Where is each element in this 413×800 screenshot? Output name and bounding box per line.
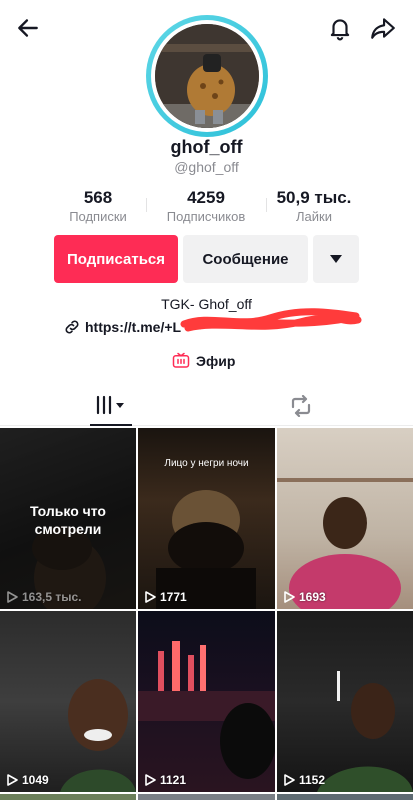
divider — [266, 198, 267, 212]
play-icon — [284, 591, 295, 603]
action-buttons: Подписаться Сообщение — [0, 235, 413, 283]
video-tile[interactable] — [138, 794, 275, 800]
following-count: 568 — [83, 188, 113, 207]
chevron-down-icon — [330, 255, 342, 263]
repost-icon — [291, 395, 311, 417]
view-count: 1771 — [144, 590, 187, 604]
follow-button[interactable]: Подписаться — [54, 235, 178, 283]
video-grid: Только что смотрели 163,5 тыс. Лицо у не… — [0, 428, 413, 800]
avatar — [155, 24, 259, 128]
view-count: 1152 — [283, 773, 325, 787]
redaction-scribble — [180, 308, 362, 332]
video-tile[interactable]: 1693 — [277, 428, 413, 609]
more-options-button[interactable] — [313, 235, 359, 283]
bell-icon[interactable] — [324, 12, 356, 44]
tab-videos[interactable] — [90, 386, 132, 426]
video-tile[interactable]: Только что смотрели 163,5 тыс. — [0, 428, 136, 609]
stat-likes[interactable]: 50,9 тыс. Лайки — [268, 188, 360, 226]
view-count: 1049 — [6, 773, 49, 787]
view-count: 1121 — [144, 773, 186, 787]
stat-followers[interactable]: 4259 Подписчиков — [150, 188, 262, 226]
content-tabs — [0, 386, 413, 426]
play-icon — [7, 774, 18, 786]
username: ghof_off — [170, 137, 243, 157]
view-count: 1693 — [283, 590, 326, 604]
divider — [146, 198, 147, 212]
video-tile[interactable] — [0, 794, 136, 800]
bio-link[interactable]: https://t.me/+L — [63, 317, 181, 337]
play-icon — [145, 591, 156, 603]
view-count: 163,5 тыс. — [6, 590, 82, 604]
play-icon — [145, 774, 156, 786]
link-icon — [65, 320, 79, 334]
following-label: Подписки — [69, 209, 127, 224]
avatar-ring[interactable] — [146, 15, 268, 137]
back-arrow-icon[interactable] — [12, 12, 44, 44]
watched-label: Только что смотрели — [30, 503, 106, 537]
videos-grid-icon — [96, 395, 124, 415]
handle: @ghof_off — [174, 159, 239, 175]
video-tile[interactable]: 1121 — [138, 611, 275, 792]
stats-row: 568 Подписки 4259 Подписчиков 50,9 тыс. … — [0, 188, 413, 228]
share-arrow-icon[interactable] — [366, 12, 400, 44]
followers-count: 4259 — [187, 188, 225, 207]
followers-label: Подписчиков — [166, 209, 246, 224]
video-tile[interactable] — [277, 794, 413, 800]
live-button[interactable]: Эфир — [172, 351, 235, 371]
live-label: Эфир — [196, 353, 236, 369]
play-icon — [7, 591, 18, 603]
video-tile[interactable]: Лицо у негри ночи 1771 — [138, 428, 275, 609]
tv-icon — [172, 352, 190, 368]
likes-count: 50,9 тыс. — [276, 188, 352, 207]
message-button[interactable]: Сообщение — [183, 235, 308, 283]
tab-reposts[interactable] — [280, 386, 322, 426]
likes-label: Лайки — [296, 209, 332, 224]
play-icon — [284, 774, 295, 786]
video-tile[interactable]: 1152 — [277, 611, 413, 792]
video-tile[interactable]: 1049 — [0, 611, 136, 792]
video-caption: Лицо у негри ночи — [164, 458, 249, 469]
link-text: https://t.me/+L — [85, 319, 182, 335]
stat-following[interactable]: 568 Подписки — [58, 188, 138, 226]
